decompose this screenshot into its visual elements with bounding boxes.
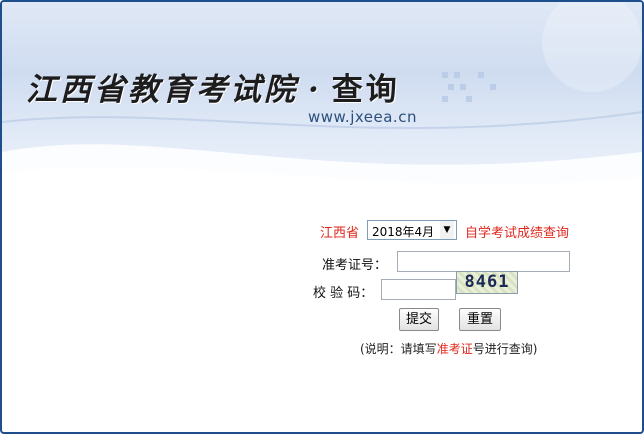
exam-type-label: 自学考试成绩查询 <box>465 226 570 241</box>
page-frame: 江西省教育考试院 · 查询 www.jxeea.cn 江西省 2018年4月 ▼ 自… <box>0 0 644 434</box>
note-suffix: 号进行查询) <box>472 342 538 356</box>
header-banner: 江西省教育考试院 · 查询 www.jxeea.cn <box>2 2 642 206</box>
ticket-number-label: 准考证号： <box>322 258 388 273</box>
query-form: 江西省 2018年4月 ▼ 自学考试成绩查询 准考证号： 校 验 码： 8461… <box>2 206 642 432</box>
instruction-note: (说明：请填写准考证号进行查询) <box>360 340 537 357</box>
dropdown-arrow-icon[interactable]: ▼ <box>440 221 454 239</box>
submit-button[interactable]: 提交 <box>399 308 439 331</box>
captcha-label: 校 验 码： <box>313 286 374 301</box>
captcha-input[interactable] <box>381 279 456 300</box>
site-title: 江西省教育考试院 · 查询 <box>26 64 400 109</box>
site-title-text: 江西省教育考试院 <box>26 72 298 108</box>
reset-button[interactable]: 重置 <box>459 308 501 331</box>
note-highlight: 准考证 <box>436 342 473 356</box>
site-url: www.jxeea.cn <box>308 108 417 126</box>
note-prefix: (说明：请填写 <box>360 342 437 356</box>
title-separator: · <box>308 72 322 108</box>
captcha-image[interactable]: 8461 <box>456 271 518 294</box>
province-label: 江西省 <box>320 226 360 241</box>
site-subtitle: 查询 <box>331 72 400 108</box>
ticket-number-input[interactable] <box>397 251 570 272</box>
exam-session-select[interactable]: 2018年4月 ▼ <box>367 220 457 240</box>
exam-session-value: 2018年4月 <box>372 225 435 239</box>
